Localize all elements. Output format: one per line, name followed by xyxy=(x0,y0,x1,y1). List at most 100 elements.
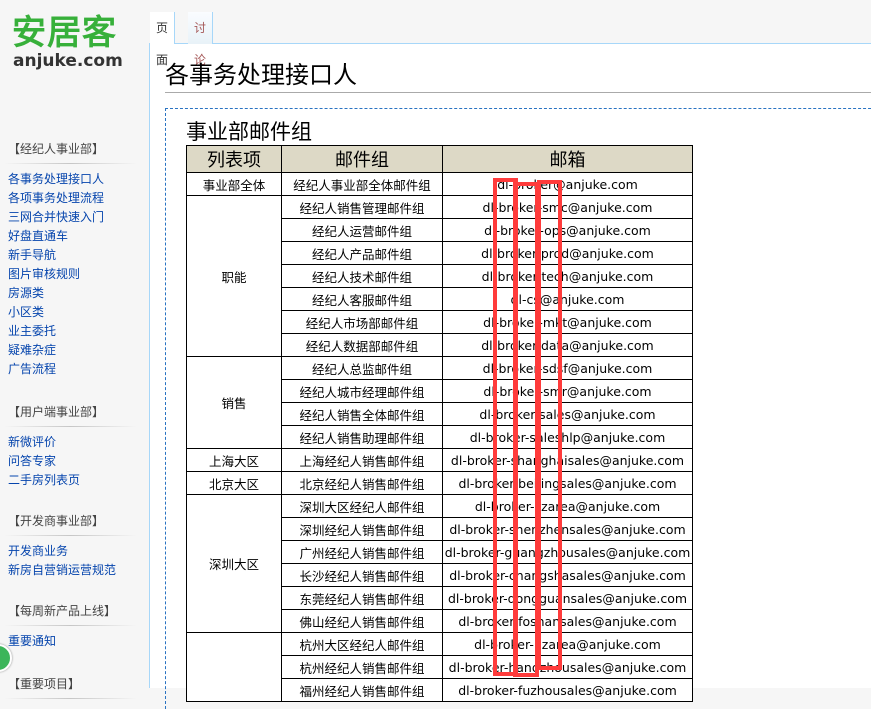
email-cell[interactable]: dl-broker-foshansales@anjuke.com xyxy=(442,609,693,633)
mail-group-cell: 杭州经纪人销售邮件组 xyxy=(281,655,443,679)
mail-group-cell: 经纪人城市经理邮件组 xyxy=(281,379,443,403)
mail-group-table: 列表项 邮件组 邮箱 事业部全体 经纪人事业部全体邮件组 dl-broker@anj… xyxy=(186,145,693,702)
mail-group-cell: 东莞经纪人销售邮件组 xyxy=(281,586,443,610)
email-cell[interactable]: dl-broker-smc@anjuke.com xyxy=(442,195,693,219)
sidebar-link[interactable]: 二手房列表页 xyxy=(8,471,149,490)
tab-discussion[interactable]: 讨论 xyxy=(188,12,214,67)
mail-group-cell: 福州经纪人销售邮件组 xyxy=(281,678,443,702)
table-row: 杭州大区经纪人邮件组 dl-broker-hzarea@anjuke.com xyxy=(186,632,693,702)
sidebar-separator xyxy=(4,625,137,626)
mail-group-cell: 经纪人客服邮件组 xyxy=(281,287,443,311)
email-cell[interactable]: dl-broker-sdsf@anjuke.com xyxy=(442,356,693,380)
table-row: 上海大区 上海经纪人销售邮件组 dl-broker-shanghaisales@an… xyxy=(186,448,693,472)
sidebar-portal: 【开发商事业部】开发商业务 新房自营销运营规范 xyxy=(0,512,149,580)
email-cell[interactable]: dl-broker-dongguansales@anjuke.com xyxy=(442,586,693,610)
email-cell[interactable]: dl-broker-saleshlp@anjuke.com xyxy=(442,425,693,449)
sidebar-separator xyxy=(4,535,137,536)
sidebar-separator xyxy=(4,163,137,164)
sidebar-link-list: 重要通知 xyxy=(0,632,149,651)
email-cell[interactable]: dl-broker-szarea@anjuke.com xyxy=(442,494,693,518)
sidebar-separator xyxy=(4,426,137,427)
mail-group-cell: 经纪人产品邮件组 xyxy=(281,241,443,265)
email-cell[interactable]: dl-broker@anjuke.com xyxy=(442,172,693,196)
sidebar-portal: 【用户端事业部】新微评价 问答专家 二手房列表页 xyxy=(0,403,149,490)
mail-group-cell: 经纪人市场部邮件组 xyxy=(281,310,443,334)
category-cell xyxy=(186,632,282,702)
table-row: 深圳大区 深圳大区经纪人邮件组 dl-broker-szarea@anjuke.co… xyxy=(186,494,693,633)
mail-group-cell: 上海经纪人销售邮件组 xyxy=(281,448,443,472)
highlight-box-right xyxy=(537,180,562,670)
mail-group-cell: 广州经纪人销售邮件组 xyxy=(281,540,443,564)
sidebar-link[interactable]: 业主委托 xyxy=(8,322,149,341)
email-cell[interactable]: dl-broker-guangzhousales@anjuke.com xyxy=(442,540,693,564)
sidebar-portal: 【经纪人事业部】各事务处理接口人 各项事务处理流程 三网合并快速入门 好盘直通车 新手导… xyxy=(0,140,149,379)
sidebar-portal-title: 【开发商事业部】 xyxy=(8,514,105,528)
sidebar-link-list: 开发商业务 新房自营销运营规范 xyxy=(0,542,149,580)
sidebar-link[interactable]: 好盘直通车 xyxy=(8,227,149,246)
sidebar: 安居客 anjuke.com 【经纪人事业部】各事务处理接口人 各项事务处理流程三… xyxy=(0,0,149,699)
email-cell[interactable]: dl-broker-shanghaisales@anjuke.com xyxy=(442,448,693,472)
category-cell: 北京大区 xyxy=(186,471,282,495)
email-cell[interactable]: dl-broker-beijingsales@anjuke.com xyxy=(442,471,693,495)
email-cell[interactable]: dl-broker-sales@anjuke.com xyxy=(442,402,693,426)
email-cell[interactable]: dl-broker-prod@anjuke.com xyxy=(442,241,693,265)
logo-chinese: 安居客 xyxy=(12,13,117,53)
email-cell[interactable]: dl-broker-smr@anjuke.com xyxy=(442,379,693,403)
sidebar-link[interactable]: 小区类 xyxy=(8,303,149,322)
mail-group-cell: 经纪人销售管理邮件组 xyxy=(281,195,443,219)
sidebar-portal-title: 【重要项目】 xyxy=(8,677,81,691)
sidebar-link[interactable]: 新房自营销运营规范 xyxy=(8,561,149,580)
sidebar-link[interactable]: 新微评价 xyxy=(8,433,149,452)
mail-group-cell: 北京经纪人销售邮件组 xyxy=(281,471,443,495)
sidebar-portal: 【每周新产品上线】重要通知 xyxy=(0,602,149,651)
table-row: 销售 经纪人总监邮件组 dl-broker-sdsf@anjuke.com xyxy=(186,356,693,449)
sidebar-link[interactable]: 广告流程 xyxy=(8,360,149,379)
mail-group-cell: 长沙经纪人销售邮件组 xyxy=(281,563,443,587)
mail-group-cell: 深圳大区经纪人邮件组 xyxy=(281,494,443,518)
email-cell[interactable]: dl-broker-mkt@anjuke.com xyxy=(442,310,693,334)
mail-group-cell: 经纪人销售全体邮件组 xyxy=(281,402,443,426)
email-cell[interactable]: dl-broker-hangzhousales@anjuke.com xyxy=(442,655,693,679)
mail-group-cell: 杭州大区经纪人邮件组 xyxy=(281,632,443,656)
tab-page[interactable]: 页面 xyxy=(150,12,176,67)
email-cell[interactable]: dl-broker-fuzhousales@anjuke.com xyxy=(442,678,693,702)
highlight-box-middle xyxy=(513,182,539,677)
sidebar-link[interactable]: 重要通知 xyxy=(8,632,149,651)
category-cell: 职能 xyxy=(186,195,282,357)
email-cell[interactable]: dl-broker-data@anjuke.com xyxy=(442,333,693,357)
mail-group-cell: 经纪人运营邮件组 xyxy=(281,218,443,242)
header-email: 邮箱 xyxy=(442,145,693,173)
mail-group-cell: 经纪人销售助理邮件组 xyxy=(281,425,443,449)
site-logo[interactable]: 安居客 anjuke.com xyxy=(12,14,132,74)
mail-group-cell: 经纪人技术邮件组 xyxy=(281,264,443,288)
email-cell[interactable]: dl-broker-tech@anjuke.com xyxy=(442,264,693,288)
sidebar-portal-title: 【用户端事业部】 xyxy=(8,405,105,419)
mail-group-cell: 经纪人事业部全体邮件组 xyxy=(281,172,443,196)
header-category: 列表项 xyxy=(186,145,282,173)
email-cell[interactable]: dl-cs@anjuke.com xyxy=(442,287,693,311)
mail-group-cell: 深圳经纪人销售邮件组 xyxy=(281,517,443,541)
sidebar-portal-title: 【经纪人事业部】 xyxy=(8,142,105,156)
mail-group-cell: 佛山经纪人销售邮件组 xyxy=(281,609,443,633)
email-cell[interactable]: dl-broker-ops@anjuke.com xyxy=(442,218,693,242)
sidebar-link[interactable]: 各事务处理接口人 xyxy=(8,170,149,189)
sidebar-link[interactable]: 新手导航 xyxy=(8,246,149,265)
category-cell: 销售 xyxy=(186,356,282,449)
sidebar-link[interactable]: 房源类 xyxy=(8,284,149,303)
sidebar-link[interactable]: 图片审核规则 xyxy=(8,265,149,284)
email-cell[interactable]: dl-broker-hzarea@anjuke.com xyxy=(442,632,693,656)
sidebar-link-list: 各事务处理接口人 各项事务处理流程 三网合并快速入门 好盘直通车 新手导航 图片审核规则房… xyxy=(0,170,149,379)
sidebar-portal-title: 【每周新产品上线】 xyxy=(8,604,117,618)
header-mail-group: 邮件组 xyxy=(281,145,443,173)
table-row: 北京大区 北京经纪人销售邮件组 dl-broker-beijingsales@anj… xyxy=(186,471,693,495)
table-row: 职能 经纪人销售管理邮件组 dl-broker-smc@anjuke.com xyxy=(186,195,693,357)
email-cell[interactable]: dl-broker-shenzhensales@anjuke.com xyxy=(442,517,693,541)
logo-english: anjuke.com xyxy=(13,51,123,71)
category-cell: 事业部全体 xyxy=(186,172,282,196)
sidebar-link[interactable]: 疑难杂症 xyxy=(8,341,149,360)
sidebar-link[interactable]: 开发商业务 xyxy=(8,542,149,561)
sidebar-link[interactable]: 问答专家 xyxy=(8,452,149,471)
email-cell[interactable]: dl-broker-changshasales@anjuke.com xyxy=(442,563,693,587)
sidebar-link[interactable]: 三网合并快速入门 xyxy=(8,208,149,227)
sidebar-link[interactable]: 各项事务处理流程 xyxy=(8,189,149,208)
